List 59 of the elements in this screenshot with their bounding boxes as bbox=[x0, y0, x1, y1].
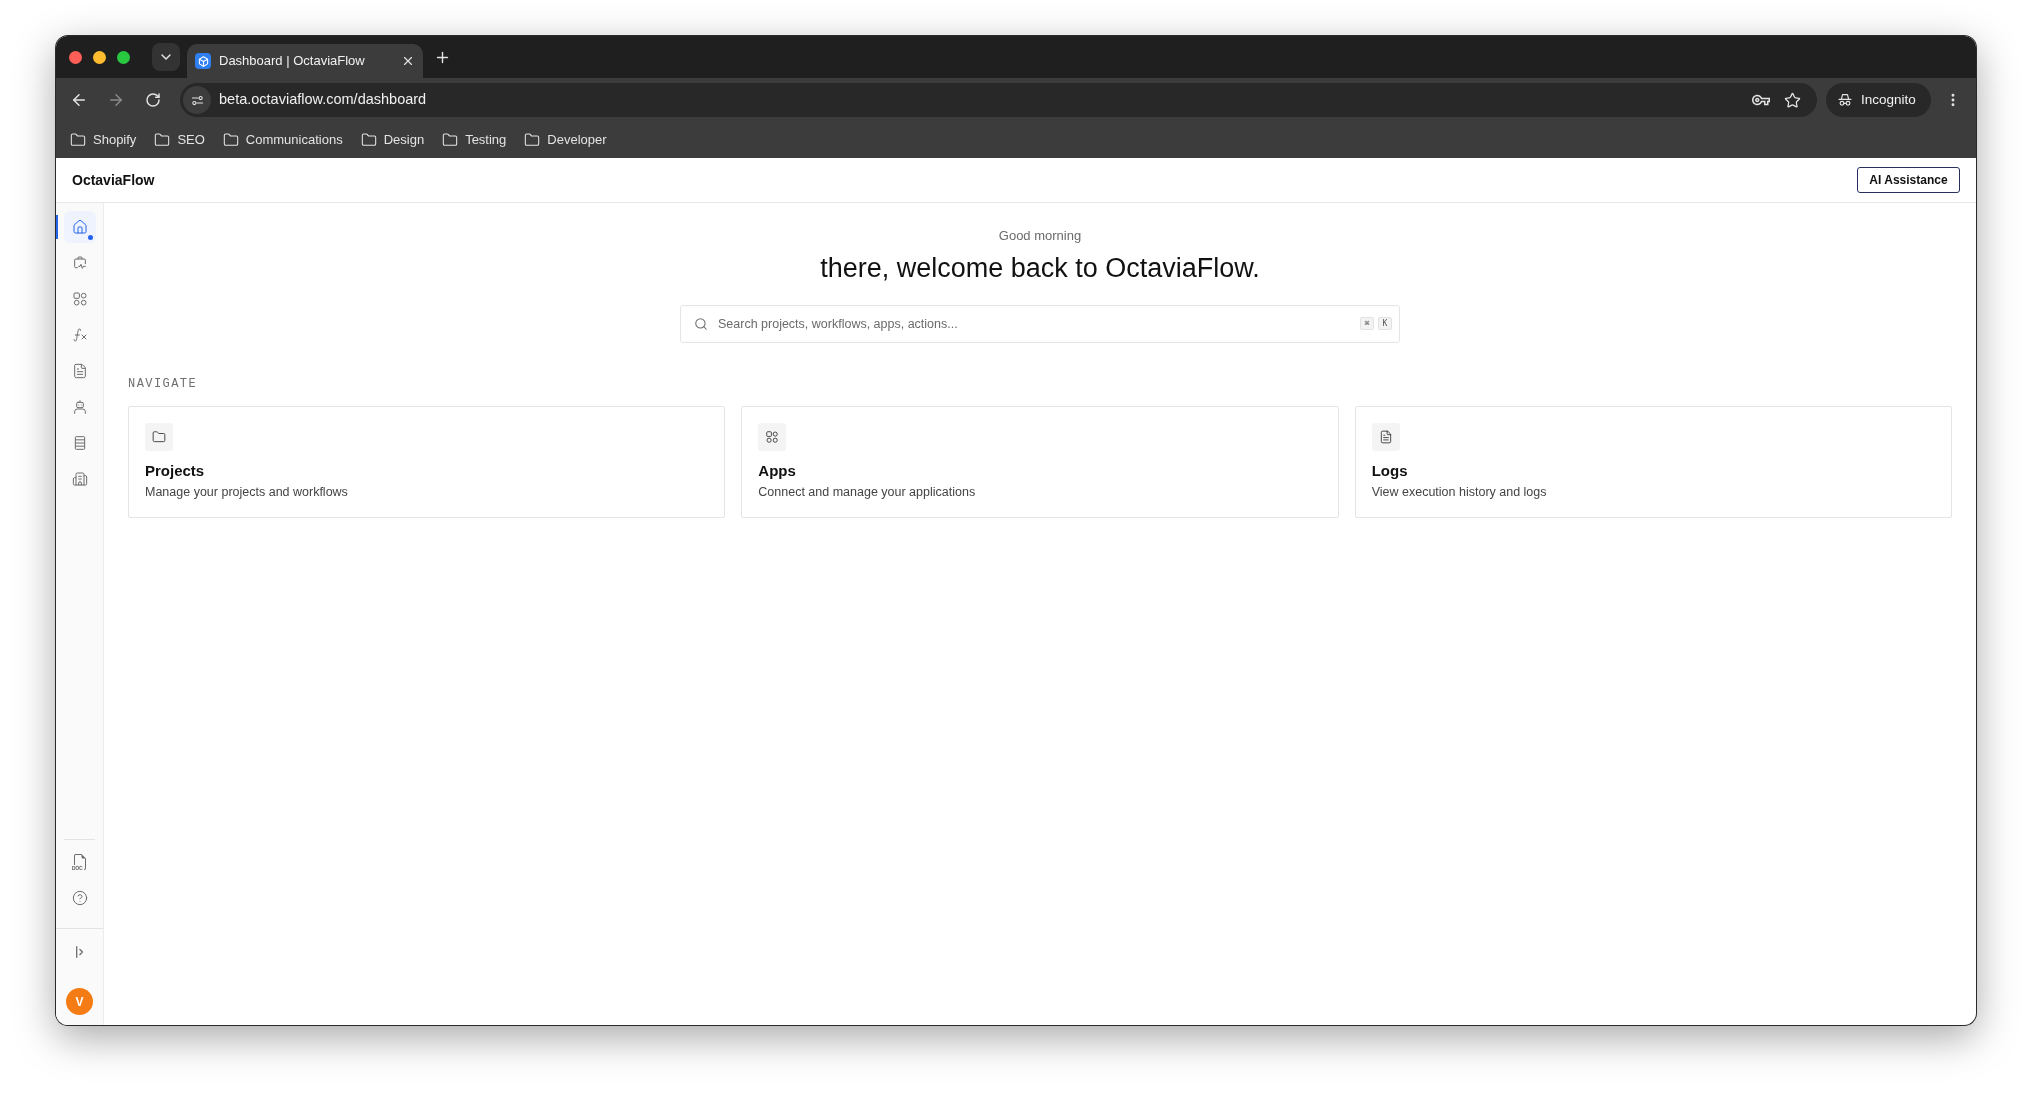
folder-icon bbox=[222, 132, 239, 148]
sidebar-item[interactable] bbox=[63, 211, 96, 243]
folder-icon bbox=[360, 132, 377, 148]
reload-icon bbox=[145, 92, 161, 108]
bookmark-item[interactable]: SEO bbox=[154, 130, 205, 150]
chevron-bar-icon bbox=[76, 946, 83, 958]
close-window-icon[interactable] bbox=[69, 50, 82, 64]
bookmark-item[interactable]: Testing bbox=[442, 130, 507, 150]
ai-assistance-button[interactable]: AI Assistance bbox=[1857, 167, 1960, 193]
card-title: Apps bbox=[758, 461, 796, 481]
document-icon bbox=[1371, 423, 1400, 451]
site-settings-icon[interactable] bbox=[183, 86, 211, 114]
building-icon bbox=[71, 471, 88, 487]
active-indicator bbox=[56, 215, 58, 239]
home-icon bbox=[71, 219, 88, 235]
robot-user-icon bbox=[71, 399, 88, 415]
card-description: View execution history and logs bbox=[1371, 484, 1547, 501]
incognito-icon bbox=[1837, 92, 1853, 108]
bookmark-item[interactable]: Design bbox=[360, 130, 425, 150]
greeting-text: Good morning bbox=[998, 227, 1082, 245]
card-description: Connect and manage your applications bbox=[758, 484, 976, 501]
doc-file-icon bbox=[71, 854, 88, 870]
briefcase-pulse-icon bbox=[71, 255, 88, 271]
nav-card[interactable]: Apps Connect and manage your applications bbox=[741, 406, 1339, 518]
search-icon bbox=[694, 317, 708, 331]
bookmark-item[interactable]: Shopify bbox=[70, 130, 137, 150]
close-icon[interactable] bbox=[401, 54, 415, 68]
nav-card[interactable]: Projects Manage your projects and workflows bbox=[128, 406, 726, 518]
folder-icon bbox=[524, 132, 541, 148]
welcome-heading: there, welcome back to OctaviaFlow. bbox=[820, 252, 1260, 285]
minimize-window-icon[interactable] bbox=[93, 50, 106, 64]
function-icon bbox=[71, 327, 88, 343]
card-title: Projects bbox=[145, 461, 205, 481]
url-text: beta.octaviaflow.com/dashboard bbox=[219, 90, 427, 110]
shortcut-key: ⌘ bbox=[1360, 317, 1374, 330]
document-icon bbox=[71, 363, 88, 379]
bookmark-item[interactable]: Communications bbox=[222, 130, 343, 150]
shapes-icon bbox=[71, 291, 88, 307]
card-description: Manage your projects and workflows bbox=[145, 484, 348, 501]
profile-button[interactable]: Incognito bbox=[1826, 83, 1931, 117]
help-icon bbox=[71, 890, 88, 906]
star-icon[interactable] bbox=[1784, 91, 1801, 109]
card-title: Logs bbox=[1371, 461, 1408, 481]
section-heading: NAVIGATE bbox=[128, 376, 198, 392]
bookmark-item[interactable]: Developer bbox=[524, 130, 607, 150]
folder-icon bbox=[70, 132, 86, 148]
tab-list-button[interactable] bbox=[152, 43, 180, 71]
shortcut-key: K bbox=[1378, 317, 1392, 330]
browser-tab[interactable]: Dashboard | OctaviaFlow bbox=[187, 44, 423, 78]
folder-icon bbox=[145, 423, 173, 451]
nav-card[interactable]: Logs View execution history and logs bbox=[1354, 406, 1952, 518]
folder-icon bbox=[442, 132, 459, 148]
folder-icon bbox=[154, 132, 171, 148]
cube-logo-icon bbox=[195, 53, 211, 69]
shapes-icon bbox=[758, 423, 787, 451]
address-bar[interactable]: beta.octaviaflow.com/dashboard bbox=[180, 83, 1817, 117]
brand-name: OctaviaFlow bbox=[72, 170, 155, 190]
maximize-window-icon[interactable] bbox=[117, 50, 130, 64]
arrow-right-icon bbox=[107, 91, 125, 109]
